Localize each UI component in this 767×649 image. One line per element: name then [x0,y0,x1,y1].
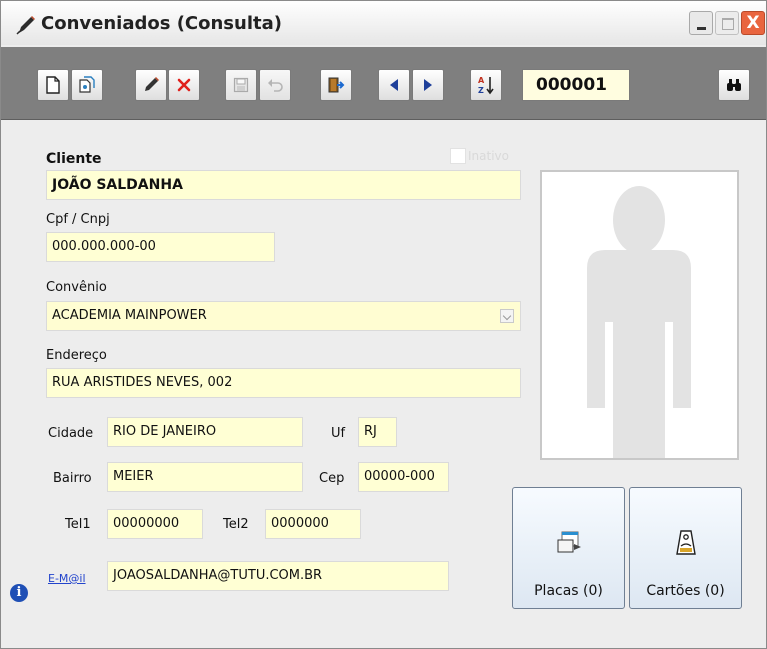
close-button[interactable]: X [741,11,765,35]
inativo-label: Inativo [468,149,509,163]
arrow-right-icon [424,79,432,91]
cliente-label: Cliente [46,151,102,167]
card-tag-icon [675,530,696,555]
email-field[interactable]: JOAOSALDANHA@TUTU.COM.BR [107,561,449,591]
placas-button[interactable]: Placas (0) [512,487,625,609]
email-link[interactable]: E-M@il [48,572,86,585]
pencil-icon [16,16,35,35]
endereco-label: Endereço [46,348,107,363]
bairro-field[interactable]: MEIER [107,462,303,492]
conveniados-window: Conveniados (Consulta) X A Z 000001 Clie… [0,0,767,649]
cep-label: Cep [319,471,345,486]
tel2-field[interactable]: 0000000 [265,509,361,539]
exit-button[interactable] [320,69,352,101]
cidade-label: Cidade [48,426,94,441]
undo-button[interactable] [259,69,291,101]
minimize-button[interactable] [689,11,713,35]
cartoes-button[interactable]: Cartões (0) [629,487,742,609]
uf-label: Uf [331,426,346,441]
arrow-left-icon [390,79,398,91]
client-photo[interactable] [540,170,739,460]
title-bar: Conveniados (Consulta) X [1,1,766,45]
binoculars-icon [727,79,741,91]
endereco-field[interactable]: RUA ARISTIDES NEVES, 002 [46,368,521,398]
cidade-field[interactable]: RIO DE JANEIRO [107,417,303,447]
exit-door-icon [328,77,345,93]
cpf-label: Cpf / Cnpj [46,212,110,227]
bairro-label: Bairro [53,471,92,486]
convenio-label: Convênio [46,280,107,295]
tel2-label: Tel2 [223,517,249,532]
cpf-field[interactable]: 000.000.000-00 [46,232,275,262]
uf-field[interactable]: RJ [358,417,397,447]
new-document-icon [46,76,60,94]
sort-button[interactable]: AZ [470,69,502,101]
save-record-button[interactable] [225,69,257,101]
toolbar: AZ 000001 [1,47,766,120]
placas-label: Placas (0) [534,583,603,599]
next-record-button[interactable] [412,69,444,101]
convenio-select[interactable]: ACADEMIA MAINPOWER [46,301,521,331]
svg-text:A: A [478,76,485,85]
convenio-value: ACADEMIA MAINPOWER [52,308,207,323]
save-disk-icon [233,77,249,93]
search-button[interactable] [718,69,750,101]
sort-az-icon: AZ [478,76,494,95]
undo-icon [268,79,283,92]
tel1-label: Tel1 [65,517,91,532]
edit-record-button[interactable] [135,69,167,101]
new-record-button[interactable] [37,69,69,101]
cep-field[interactable]: 00000-000 [358,462,449,492]
copy-record-button[interactable] [71,69,103,101]
plates-document-icon [557,531,581,553]
delete-x-icon [177,78,191,92]
record-code-field[interactable]: 000001 [522,69,630,101]
chevron-down-icon[interactable] [500,309,514,323]
delete-record-button[interactable] [168,69,200,101]
pencil-edit-icon [145,77,159,91]
tel1-field[interactable]: 00000000 [107,509,203,539]
person-silhouette-icon [587,186,691,458]
maximize-button[interactable] [715,11,739,35]
cliente-field[interactable]: JOÃO SALDANHA [46,170,521,200]
cartoes-label: Cartões (0) [646,583,725,599]
info-icon[interactable]: i [10,584,28,602]
previous-record-button[interactable] [378,69,410,101]
inativo-checkbox[interactable] [450,148,466,164]
window-title: Conveniados (Consulta) [41,13,282,34]
copy-document-icon [79,76,95,93]
svg-text:Z: Z [478,86,484,95]
